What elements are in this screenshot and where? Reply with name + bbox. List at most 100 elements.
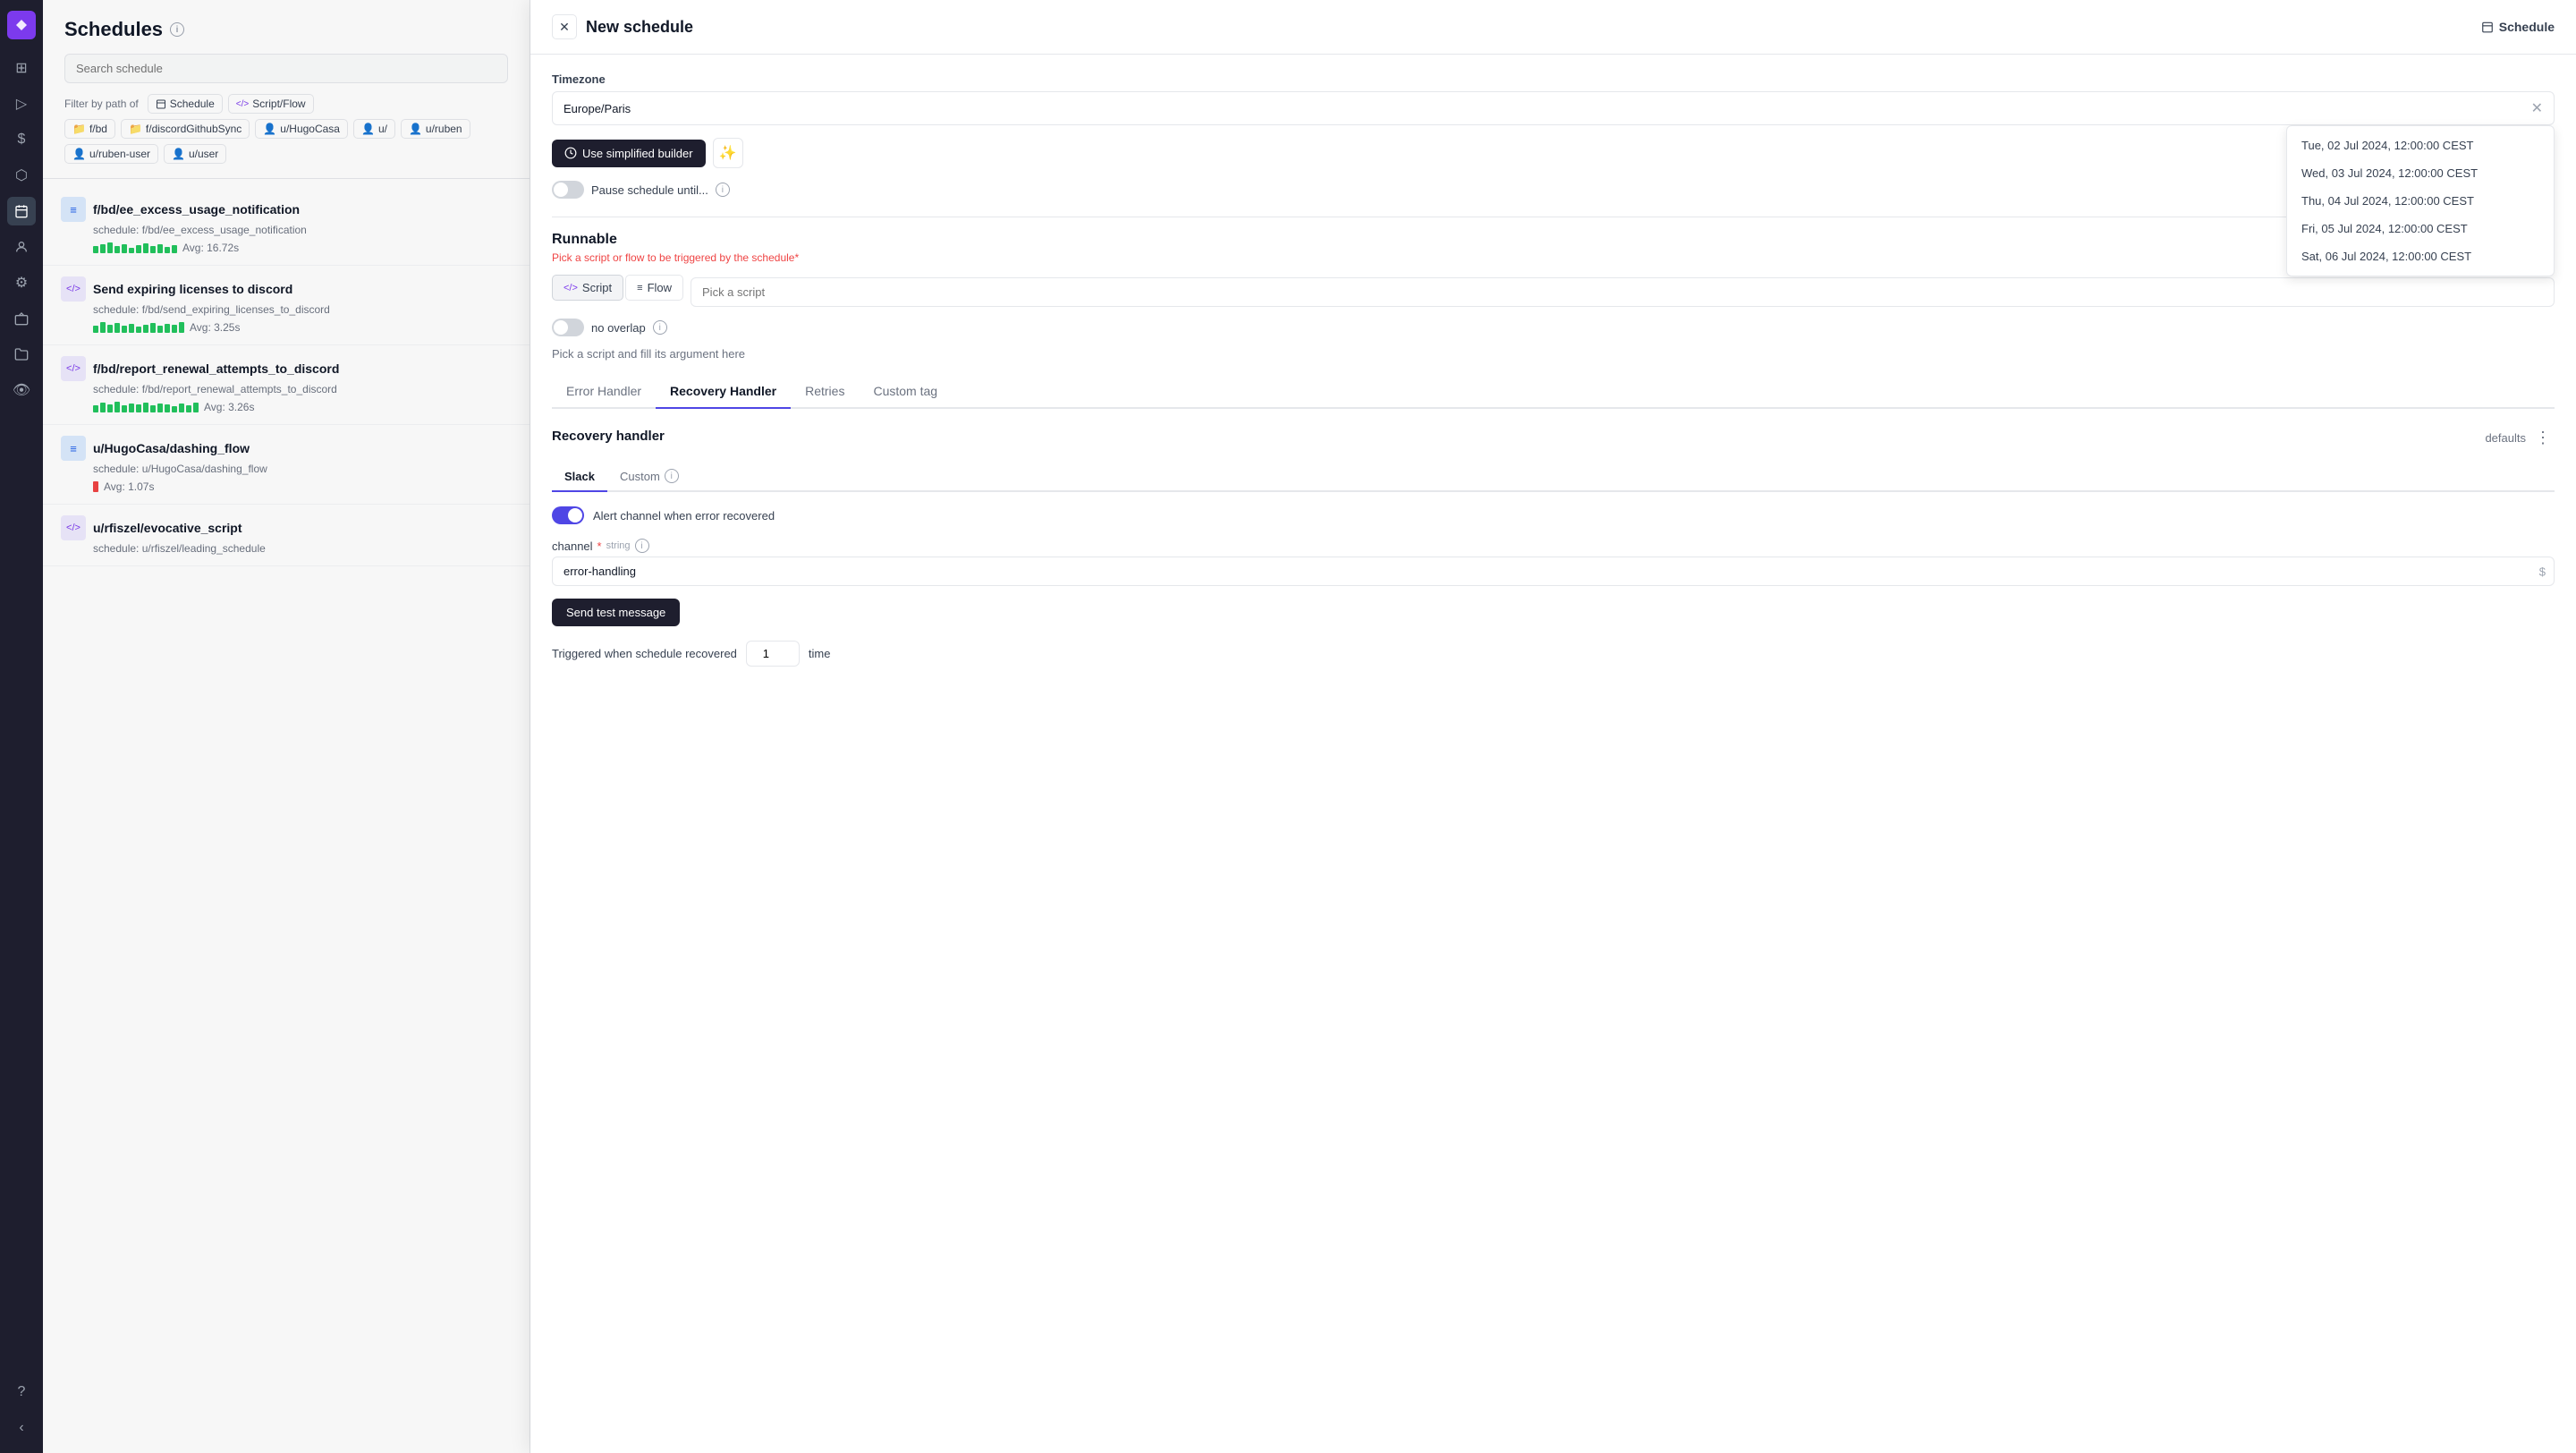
filter-tag-scriptflow[interactable]: </> Script/Flow bbox=[228, 94, 314, 114]
date-item-4[interactable]: Sat, 06 Jul 2024, 12:00:00 CEST bbox=[2287, 242, 2554, 270]
date-item-3[interactable]: Fri, 05 Jul 2024, 12:00:00 CEST bbox=[2287, 215, 2554, 242]
channel-info-icon[interactable]: i bbox=[635, 539, 649, 553]
tab-script[interactable]: </> Script bbox=[552, 275, 623, 301]
timezone-row: Europe/Paris ✕ bbox=[552, 91, 2555, 125]
list-item[interactable]: ≡ u/HugoCasa/dashing_flow schedule: u/Hu… bbox=[43, 425, 530, 505]
user-tag-ruben[interactable]: 👤u/ruben bbox=[401, 119, 470, 139]
script-flow-tabs: </> Script ≡ Flow bbox=[552, 275, 683, 301]
perf-bars bbox=[93, 481, 98, 492]
timezone-input[interactable]: Europe/Paris ✕ bbox=[552, 91, 2555, 125]
schedule-list: ≡ f/bd/ee_excess_usage_notification sche… bbox=[43, 179, 530, 1453]
panel-header: ✕ New schedule Schedule bbox=[530, 0, 2576, 55]
sidebar-item-collapse[interactable]: ‹ bbox=[7, 1414, 36, 1442]
sidebar-item-play[interactable]: ▷ bbox=[7, 89, 36, 118]
custom-info-icon[interactable]: i bbox=[665, 469, 679, 483]
sub-tab-custom[interactable]: Custom i bbox=[607, 462, 691, 492]
sub-tab-slack[interactable]: Slack bbox=[552, 462, 607, 492]
simplified-builder-button[interactable]: Use simplified builder bbox=[552, 140, 706, 167]
channel-input-wrapper: $ bbox=[552, 557, 2555, 586]
triggered-count-input[interactable] bbox=[746, 641, 800, 667]
sidebar-item-home[interactable]: ⊞ bbox=[7, 54, 36, 82]
pause-row: Pause schedule until... i bbox=[552, 181, 2555, 199]
date-item-1[interactable]: Wed, 03 Jul 2024, 12:00:00 CEST bbox=[2287, 159, 2554, 187]
tab-error-handler[interactable]: Error Handler bbox=[552, 375, 656, 409]
triggered-label: Triggered when schedule recovered bbox=[552, 647, 737, 660]
pick-script-input[interactable] bbox=[691, 277, 2555, 307]
sidebar-item-folders[interactable] bbox=[7, 340, 36, 369]
clear-timezone-button[interactable]: ✕ bbox=[2531, 99, 2543, 117]
pause-info-icon[interactable]: i bbox=[716, 183, 730, 197]
channel-field: channel* string i $ bbox=[552, 539, 2555, 586]
channel-type: string bbox=[606, 540, 631, 551]
perf-row: Avg: 3.26s bbox=[93, 401, 512, 413]
new-schedule-panel: ✕ New schedule Schedule Timezone Europe/… bbox=[530, 0, 2576, 1453]
user-tags-row: 📁f/bd 📁f/discordGithubSync 👤u/HugoCasa 👤… bbox=[64, 119, 508, 164]
sidebar-logo[interactable] bbox=[7, 11, 36, 39]
more-options-button[interactable]: ⋮ bbox=[2531, 427, 2555, 449]
schedule-badge: Schedule bbox=[2481, 20, 2555, 34]
triggered-row: Triggered when schedule recovered time bbox=[552, 641, 2555, 667]
list-item[interactable]: </> u/rfiszel/evocative_script schedule:… bbox=[43, 505, 530, 566]
user-tag-fdiscord[interactable]: 📁f/discordGithubSync bbox=[121, 119, 250, 139]
sidebar-item-packages[interactable] bbox=[7, 304, 36, 333]
perf-row: Avg: 1.07s bbox=[93, 480, 512, 493]
pick-script-hint: Pick a script and fill its argument here bbox=[552, 347, 2555, 361]
alert-toggle[interactable] bbox=[552, 506, 584, 524]
list-item[interactable]: ≡ f/bd/ee_excess_usage_notification sche… bbox=[43, 186, 530, 266]
title-info-icon[interactable]: i bbox=[170, 22, 184, 37]
perf-bars bbox=[93, 322, 184, 333]
filter-label: Filter by path of bbox=[64, 98, 139, 110]
filter-row: Filter by path of Schedule </> Script/Fl… bbox=[64, 94, 508, 114]
channel-input[interactable] bbox=[552, 557, 2555, 586]
date-item-0[interactable]: Tue, 02 Jul 2024, 12:00:00 CEST bbox=[2287, 132, 2554, 159]
sidebar-item-users[interactable] bbox=[7, 233, 36, 261]
handler-tabs: Error Handler Recovery Handler Retries C… bbox=[552, 375, 2555, 409]
panel-title: New schedule bbox=[586, 18, 693, 37]
page-title: Schedules i bbox=[64, 18, 508, 41]
pause-label: Pause schedule until... bbox=[591, 183, 708, 197]
overlap-toggle[interactable] bbox=[552, 319, 584, 336]
pause-toggle[interactable] bbox=[552, 181, 584, 199]
sidebar-item-integrations[interactable]: ⬡ bbox=[7, 161, 36, 190]
search-input[interactable] bbox=[64, 54, 508, 83]
user-tag-fbd[interactable]: 📁f/bd bbox=[64, 119, 115, 139]
date-item-2[interactable]: Thu, 04 Jul 2024, 12:00:00 CEST bbox=[2287, 187, 2554, 215]
tab-retries[interactable]: Retries bbox=[791, 375, 859, 409]
channel-label: channel* string i bbox=[552, 539, 2555, 553]
user-tag-hugocasa[interactable]: 👤u/HugoCasa bbox=[255, 119, 348, 139]
flow-tab-icon: ≡ bbox=[637, 283, 642, 293]
list-item[interactable]: </> f/bd/report_renewal_attempts_to_disc… bbox=[43, 345, 530, 425]
overlap-info-icon[interactable]: i bbox=[653, 320, 667, 335]
alert-label: Alert channel when error recovered bbox=[593, 509, 775, 523]
sidebar-item-settings[interactable]: ⚙ bbox=[7, 268, 36, 297]
sidebar-item-help[interactable]: ? bbox=[7, 1378, 36, 1406]
dollar-icon: $ bbox=[2539, 565, 2546, 578]
user-tag-ruben-user[interactable]: 👤u/ruben-user bbox=[64, 144, 158, 164]
tab-custom-tag[interactable]: Custom tag bbox=[859, 375, 952, 409]
list-item[interactable]: </> Send expiring licenses to discord sc… bbox=[43, 266, 530, 345]
filter-tag-schedule[interactable]: Schedule bbox=[148, 94, 223, 114]
panel-content: Timezone Europe/Paris ✕ Tue, 02 Jul 2024… bbox=[530, 55, 2576, 1453]
main-area: Schedules i Filter by path of Schedule <… bbox=[43, 0, 2576, 1453]
perf-bars bbox=[93, 242, 177, 253]
tab-flow[interactable]: ≡ Flow bbox=[625, 275, 683, 301]
tab-recovery-handler[interactable]: Recovery Handler bbox=[656, 375, 791, 409]
close-button[interactable]: ✕ bbox=[552, 14, 577, 39]
runnable-title: Runnable bbox=[552, 232, 2555, 248]
sidebar-item-schedules[interactable] bbox=[7, 197, 36, 225]
flow-icon: ≡ bbox=[61, 436, 86, 461]
perf-row: Avg: 16.72s bbox=[93, 242, 512, 254]
send-test-message-button[interactable]: Send test message bbox=[552, 599, 680, 626]
recovery-header: Recovery handler defaults ⋮ bbox=[552, 427, 2555, 449]
script-icon: </> bbox=[61, 276, 86, 302]
builder-row: Use simplified builder ✨ bbox=[552, 138, 2555, 168]
perf-row: Avg: 3.25s bbox=[93, 321, 512, 334]
user-tag-u[interactable]: 👤u/ bbox=[353, 119, 395, 139]
magic-button[interactable]: ✨ bbox=[713, 138, 743, 168]
user-tag-user[interactable]: 👤u/user bbox=[164, 144, 226, 164]
recovery-handler-title: Recovery handler bbox=[552, 429, 665, 444]
schedules-header: Schedules i Filter by path of Schedule <… bbox=[43, 0, 530, 179]
sidebar-item-billing[interactable]: $ bbox=[7, 125, 36, 154]
sidebar-item-eye[interactable]: 👁 bbox=[7, 376, 36, 404]
defaults-button[interactable]: defaults bbox=[2485, 431, 2526, 445]
